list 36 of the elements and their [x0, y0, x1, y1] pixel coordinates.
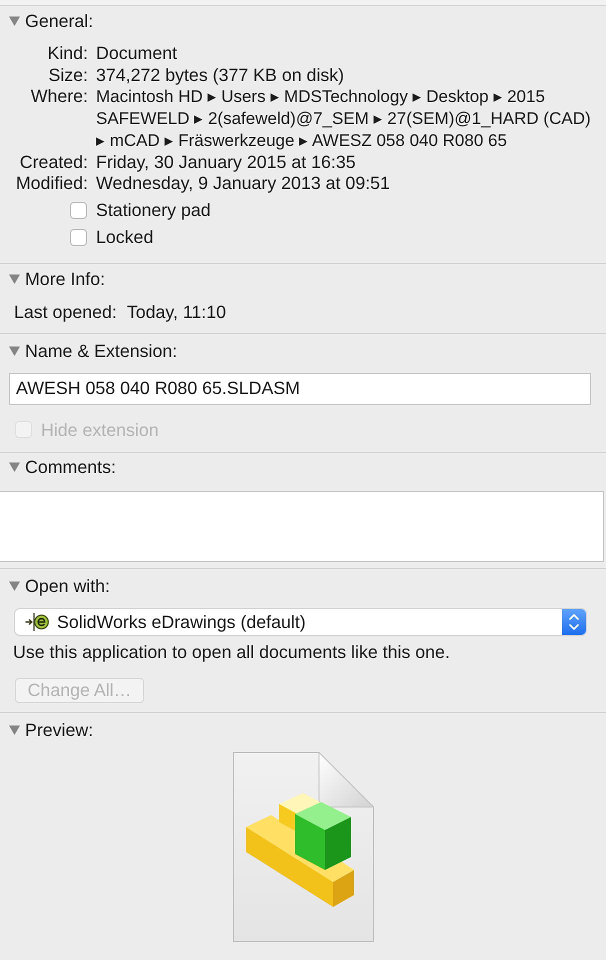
filename-field[interactable]: AWESH 058 040 R080 65.SLDASM: [9, 372, 591, 405]
disclosure-triangle-icon[interactable]: [9, 274, 20, 284]
checkbox[interactable]: [70, 228, 87, 246]
section-title: General:: [25, 10, 94, 32]
disclosure-triangle-icon[interactable]: [9, 16, 20, 26]
section-title: More Info:: [25, 268, 106, 290]
checkbox-label: Stationery pad: [96, 198, 211, 222]
disclosure-triangle-icon[interactable]: [9, 462, 20, 472]
field-label: Size:: [47, 64, 88, 86]
file-path-text: Macintosh HD ▸ Users ▸ MDSTechnology ▸ Desktop ▸ 2015 SAFEWELD ▸ 2(safeweld)@7_SEM ▸ 27(SEM)@1_HARD (CAD) ▸ mCAD ▸ Fräswerkzeuge ▸ AWESZ 058 040 R080 65: [96, 87, 591, 150]
app-icon: [25, 612, 49, 632]
section-title: Comments:: [25, 456, 116, 478]
checkbox-label: Hide extension: [41, 418, 159, 442]
field-label: Kind:: [46, 43, 88, 65]
field-value: 374,272 bytes (377 KB on disk): [96, 64, 344, 86]
section-title: Preview:: [25, 718, 94, 741]
field-label: Last opened:: [14, 300, 117, 324]
field-label: Where:: [30, 86, 88, 108]
field-label: Modified:: [14, 173, 88, 195]
section-title: Open with:: [25, 574, 110, 597]
disclosure-triangle-icon[interactable]: [9, 580, 20, 591]
field-value: Document: [96, 43, 178, 65]
field-value: Wednesday, 9 January 2013 at 09:51: [96, 173, 390, 195]
comments-field[interactable]: [0, 490, 604, 562]
application-dropdown[interactable]: SolidWorks eDrawings (default): [15, 608, 586, 635]
stepper-arrows-icon[interactable]: [562, 608, 586, 635]
checkbox-label: Locked: [96, 226, 154, 249]
checkbox[interactable]: [70, 202, 87, 219]
disclosure-triangle-icon[interactable]: [9, 724, 20, 735]
document-icon: [233, 752, 374, 942]
field-label: Created:: [18, 152, 88, 174]
section-title: Name & Extension:: [25, 340, 178, 362]
field-value: Today, 11:10: [126, 300, 226, 324]
disclosure-triangle-icon[interactable]: [9, 346, 20, 356]
helper-text: Use this application to open all documents like this one.: [13, 640, 450, 664]
field-value: Friday, 30 January 2015 at 16:35: [96, 152, 356, 174]
